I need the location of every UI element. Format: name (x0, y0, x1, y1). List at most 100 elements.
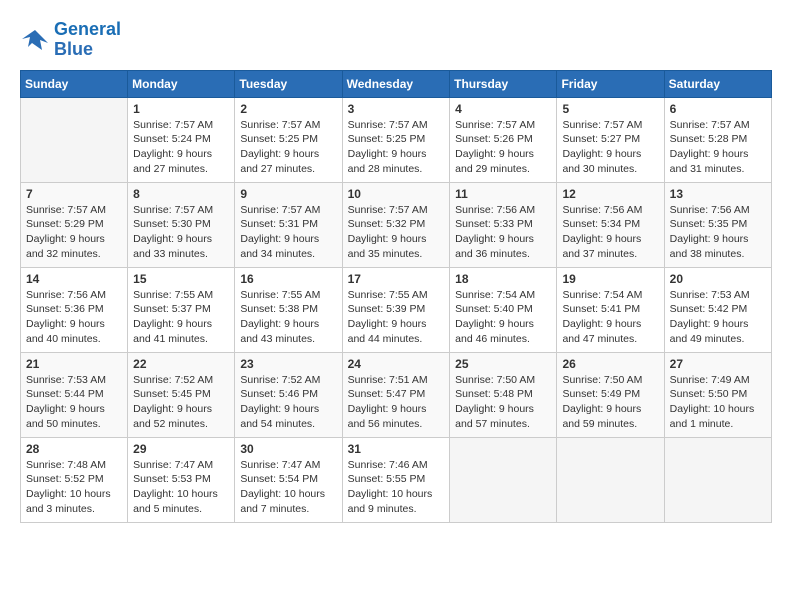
calendar-day-cell: 23 Sunrise: 7:52 AMSunset: 5:46 PMDayligh… (235, 352, 342, 437)
calendar-day-cell: 13 Sunrise: 7:56 AMSunset: 5:35 PMDayligh… (664, 182, 771, 267)
day-info: Sunrise: 7:55 AMSunset: 5:39 PMDaylight:… (348, 288, 445, 347)
calendar-week-row: 7 Sunrise: 7:57 AMSunset: 5:29 PMDaylight… (21, 182, 772, 267)
calendar-day-cell: 3Sunrise: 7:57 AMSunset: 5:25 PMDaylight… (342, 97, 450, 182)
day-of-week-header: Tuesday (235, 70, 342, 97)
logo-text: General Blue (54, 20, 121, 60)
calendar-day-cell: 21 Sunrise: 7:53 AMSunset: 5:44 PMDayligh… (21, 352, 128, 437)
calendar-day-cell (21, 97, 128, 182)
calendar-day-cell: 15 Sunrise: 7:55 AMSunset: 5:37 PMDayligh… (128, 267, 235, 352)
day-number: 11 (455, 187, 551, 201)
day-of-week-header: Thursday (450, 70, 557, 97)
day-number: 31 (348, 442, 445, 456)
calendar-day-cell: 1Sunrise: 7:57 AMSunset: 5:24 PMDaylight… (128, 97, 235, 182)
day-number: 27 (670, 357, 766, 371)
day-info: Sunrise: 7:57 AMSunset: 5:29 PMDaylight:… (26, 203, 122, 262)
day-number: 23 (240, 357, 336, 371)
day-info: Sunrise: 7:57 AMSunset: 5:28 PMDaylight:… (670, 118, 766, 177)
day-number: 29 (133, 442, 229, 456)
day-number: 26 (562, 357, 658, 371)
day-info: Sunrise: 7:57 AMSunset: 5:32 PMDaylight:… (348, 203, 445, 262)
calendar-day-cell: 14 Sunrise: 7:56 AMSunset: 5:36 PMDayligh… (21, 267, 128, 352)
day-of-week-header: Friday (557, 70, 664, 97)
day-number: 9 (240, 187, 336, 201)
logo: General Blue (20, 20, 121, 60)
day-number: 15 (133, 272, 229, 286)
day-info: Sunrise: 7:47 AMSunset: 5:53 PMDaylight:… (133, 458, 229, 517)
calendar-day-cell: 8Sunrise: 7:57 AMSunset: 5:30 PMDaylight… (128, 182, 235, 267)
calendar-day-cell: 22 Sunrise: 7:52 AMSunset: 5:45 PMDayligh… (128, 352, 235, 437)
day-info: Sunrise: 7:47 AMSunset: 5:54 PMDaylight:… (240, 458, 336, 517)
day-info: Sunrise: 7:53 AMSunset: 5:44 PMDaylight:… (26, 373, 122, 432)
calendar-day-cell: 11 Sunrise: 7:56 AMSunset: 5:33 PMDayligh… (450, 182, 557, 267)
calendar-day-cell: 9 Sunrise: 7:57 AMSunset: 5:31 PMDaylight… (235, 182, 342, 267)
day-info: Sunrise: 7:53 AMSunset: 5:42 PMDaylight:… (670, 288, 766, 347)
day-number: 2 (240, 102, 336, 116)
calendar-day-cell (557, 437, 664, 522)
day-info: Sunrise: 7:57 AMSunset: 5:24 PMDaylight:… (133, 118, 229, 177)
day-number: 20 (670, 272, 766, 286)
day-info: Sunrise: 7:56 AMSunset: 5:35 PMDaylight:… (670, 203, 766, 262)
calendar-day-cell (450, 437, 557, 522)
day-info: Sunrise: 7:54 AMSunset: 5:41 PMDaylight:… (562, 288, 658, 347)
day-info: Sunrise: 7:49 AMSunset: 5:50 PMDaylight:… (670, 373, 766, 432)
calendar-week-row: 1Sunrise: 7:57 AMSunset: 5:24 PMDaylight… (21, 97, 772, 182)
calendar-day-cell: 12 Sunrise: 7:56 AMSunset: 5:34 PMDayligh… (557, 182, 664, 267)
day-info: Sunrise: 7:52 AMSunset: 5:45 PMDaylight:… (133, 373, 229, 432)
day-number: 19 (562, 272, 658, 286)
day-number: 17 (348, 272, 445, 286)
day-info: Sunrise: 7:55 AMSunset: 5:38 PMDaylight:… (240, 288, 336, 347)
day-number: 18 (455, 272, 551, 286)
day-number: 6 (670, 102, 766, 116)
day-number: 7 (26, 187, 122, 201)
day-of-week-header: Monday (128, 70, 235, 97)
day-info: Sunrise: 7:55 AMSunset: 5:37 PMDaylight:… (133, 288, 229, 347)
day-info: Sunrise: 7:54 AMSunset: 5:40 PMDaylight:… (455, 288, 551, 347)
day-info: Sunrise: 7:56 AMSunset: 5:36 PMDaylight:… (26, 288, 122, 347)
calendar-week-row: 14 Sunrise: 7:56 AMSunset: 5:36 PMDayligh… (21, 267, 772, 352)
day-number: 25 (455, 357, 551, 371)
day-info: Sunrise: 7:57 AMSunset: 5:25 PMDaylight:… (240, 118, 336, 177)
day-number: 5 (562, 102, 658, 116)
day-info: Sunrise: 7:56 AMSunset: 5:34 PMDaylight:… (562, 203, 658, 262)
calendar-day-cell (664, 437, 771, 522)
calendar-day-cell: 4 Sunrise: 7:57 AMSunset: 5:26 PMDaylight… (450, 97, 557, 182)
day-number: 24 (348, 357, 445, 371)
day-number: 10 (348, 187, 445, 201)
day-number: 16 (240, 272, 336, 286)
day-info: Sunrise: 7:46 AMSunset: 5:55 PMDaylight:… (348, 458, 445, 517)
calendar-day-cell: 16 Sunrise: 7:55 AMSunset: 5:38 PMDayligh… (235, 267, 342, 352)
logo-icon (20, 25, 50, 55)
day-number: 14 (26, 272, 122, 286)
day-of-week-header: Saturday (664, 70, 771, 97)
calendar-week-row: 28Sunrise: 7:48 AMSunset: 5:52 PMDayligh… (21, 437, 772, 522)
day-of-week-header: Wednesday (342, 70, 450, 97)
day-info: Sunrise: 7:50 AMSunset: 5:49 PMDaylight:… (562, 373, 658, 432)
day-number: 12 (562, 187, 658, 201)
day-info: Sunrise: 7:57 AMSunset: 5:26 PMDaylight:… (455, 118, 551, 177)
day-number: 21 (26, 357, 122, 371)
calendar-day-cell: 18 Sunrise: 7:54 AMSunset: 5:40 PMDayligh… (450, 267, 557, 352)
calendar-day-cell: 17 Sunrise: 7:55 AMSunset: 5:39 PMDayligh… (342, 267, 450, 352)
page-header: General Blue (20, 20, 772, 60)
day-info: Sunrise: 7:57 AMSunset: 5:31 PMDaylight:… (240, 203, 336, 262)
calendar-day-cell: 27 Sunrise: 7:49 AMSunset: 5:50 PMDayligh… (664, 352, 771, 437)
day-of-week-header: Sunday (21, 70, 128, 97)
calendar-week-row: 21 Sunrise: 7:53 AMSunset: 5:44 PMDayligh… (21, 352, 772, 437)
day-info: Sunrise: 7:48 AMSunset: 5:52 PMDaylight:… (26, 458, 122, 517)
day-info: Sunrise: 7:52 AMSunset: 5:46 PMDaylight:… (240, 373, 336, 432)
day-info: Sunrise: 7:57 AMSunset: 5:25 PMDaylight:… (348, 118, 445, 177)
day-info: Sunrise: 7:56 AMSunset: 5:33 PMDaylight:… (455, 203, 551, 262)
calendar-day-cell: 26 Sunrise: 7:50 AMSunset: 5:49 PMDayligh… (557, 352, 664, 437)
day-number: 4 (455, 102, 551, 116)
day-number: 13 (670, 187, 766, 201)
day-number: 8 (133, 187, 229, 201)
calendar-day-cell: 24 Sunrise: 7:51 AMSunset: 5:47 PMDayligh… (342, 352, 450, 437)
calendar-day-cell: 20 Sunrise: 7:53 AMSunset: 5:42 PMDayligh… (664, 267, 771, 352)
day-number: 22 (133, 357, 229, 371)
calendar-header-row: SundayMondayTuesdayWednesdayThursdayFrid… (21, 70, 772, 97)
calendar-day-cell: 31 Sunrise: 7:46 AMSunset: 5:55 PMDayligh… (342, 437, 450, 522)
calendar-day-cell: 29 Sunrise: 7:47 AMSunset: 5:53 PMDayligh… (128, 437, 235, 522)
day-info: Sunrise: 7:51 AMSunset: 5:47 PMDaylight:… (348, 373, 445, 432)
calendar-day-cell: 7 Sunrise: 7:57 AMSunset: 5:29 PMDaylight… (21, 182, 128, 267)
day-number: 30 (240, 442, 336, 456)
